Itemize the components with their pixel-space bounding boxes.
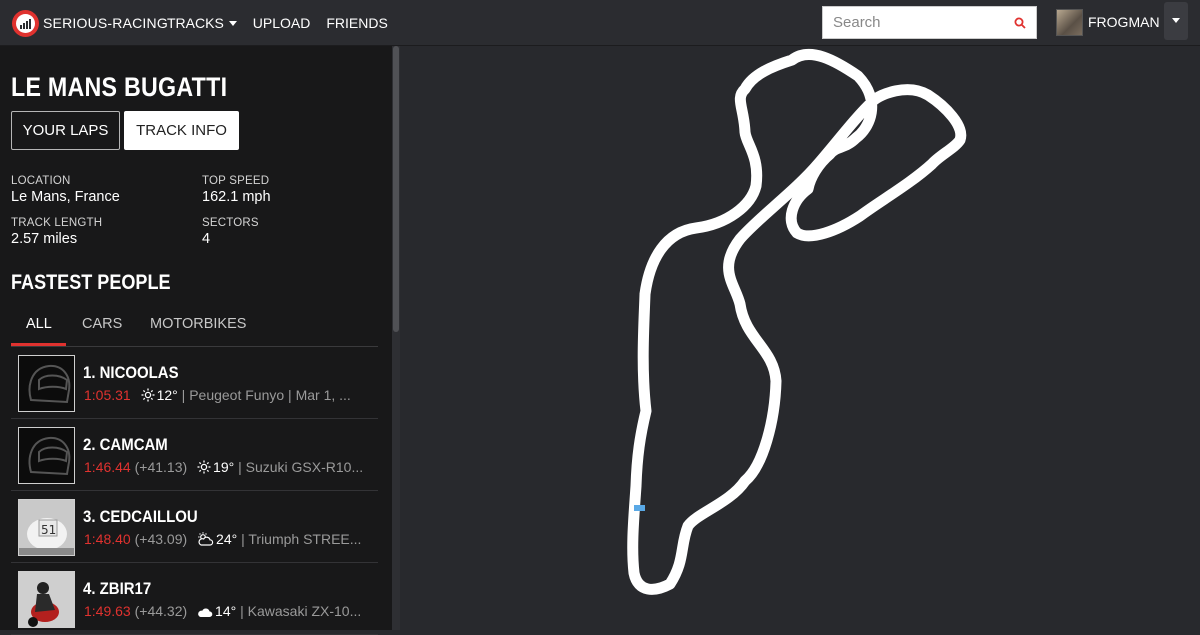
lap-meta: 1:46.44 (+41.13) 19° | Suzuki GSX-R10... (84, 459, 374, 475)
racer-photo (18, 571, 75, 628)
main-nav: TRACKS UPLOAD FRIENDS (167, 15, 388, 31)
track-sidebar: LE MANS BUGATTI YOUR LAPS TRACK INFO LOC… (0, 46, 392, 635)
lap-gap: (+43.09) (130, 531, 188, 547)
top-speed-label: TOP SPEED (202, 175, 270, 187)
sidebar-scrollbar[interactable] (392, 46, 400, 630)
leaderboard-row[interactable]: 51 3. CEDCAILLOU 1:48.40 (+43.09) 24° | … (11, 491, 378, 563)
lap-time: 1:46.44 (84, 459, 131, 475)
brand-name: SERIOUS-RACING (43, 15, 168, 31)
track-info-button[interactable]: TRACK INFO (124, 111, 239, 150)
lap-time: 1:48.40 (84, 531, 131, 547)
scrollbar-thumb[interactable] (393, 46, 399, 332)
avatar (1056, 8, 1083, 36)
track-map[interactable] (400, 46, 1200, 630)
vehicle-and-date: | Triumph STREE... (237, 531, 362, 547)
page-title: LE MANS BUGATTI (11, 72, 228, 102)
location-value: Le Mans, France (11, 189, 120, 205)
racer-name[interactable]: 3. CEDCAILLOU (83, 507, 198, 527)
temperature: 12° (156, 387, 178, 403)
your-laps-button[interactable]: YOUR LAPS (11, 111, 120, 150)
racer-photo: 51 (18, 499, 75, 556)
svg-text:51: 51 (41, 523, 56, 537)
caret-down-icon (1172, 18, 1180, 23)
sun-icon (197, 460, 211, 474)
temperature: 14° (215, 603, 237, 619)
helmet-avatar-icon (18, 427, 75, 484)
track-location: LOCATION Le Mans, France (11, 175, 120, 205)
lap-time: 1:49.63 (84, 603, 131, 619)
racer-name[interactable]: 2. CAMCAM (83, 435, 168, 455)
speedometer-logo-icon (12, 9, 39, 37)
tab-all[interactable]: ALL (26, 316, 52, 332)
track-outline (627, 49, 967, 595)
track-top-speed: TOP SPEED 162.1 mph (202, 175, 271, 205)
lap-meta: 1:48.40 (+43.09) 24° | Triumph STREE... (84, 531, 374, 547)
track-length: TRACK LENGTH 2.57 miles (11, 217, 102, 247)
user-menu[interactable]: FROGMAN (1056, 8, 1160, 36)
sectors-value: 4 (202, 231, 211, 247)
track-length-value: 2.57 miles (11, 231, 78, 247)
lap-time: 1:05.31 (84, 387, 131, 403)
leaderboard-row[interactable]: 4. ZBIR17 1:49.63 (+44.32) 14° | Kawasak… (11, 563, 378, 635)
tab-cars[interactable]: CARS (82, 316, 122, 332)
search-box (822, 6, 1037, 39)
cloud-icon (198, 608, 213, 617)
search-icon[interactable] (1014, 17, 1026, 29)
top-speed-value: 162.1 mph (202, 189, 271, 205)
fastest-people-heading: FASTEST PEOPLE (11, 271, 171, 294)
caret-down-icon (228, 21, 237, 26)
vehicle-tabs: ALL CARS MOTORBIKES (11, 310, 378, 347)
temperature: 24° (216, 531, 238, 547)
vehicle-and-date: | Peugeot Funyo | Mar 1, ... (177, 387, 351, 403)
lap-meta: 1:05.31 12° | Peugeot Funyo | Mar 1, ... (84, 387, 374, 403)
lap-gap: (+41.13) (130, 459, 188, 475)
track-sectors: SECTORS 4 (202, 217, 259, 247)
vehicle-and-date: | Kawasaki ZX-10... (236, 603, 362, 619)
sectors-label: SECTORS (202, 217, 259, 229)
track-length-label: TRACK LENGTH (11, 217, 103, 229)
username: FROGMAN (1088, 14, 1160, 30)
start-finish-marker (634, 505, 645, 511)
lap-meta: 1:49.63 (+44.32) 14° | Kawasaki ZX-10... (84, 603, 374, 619)
location-label: LOCATION (11, 175, 71, 187)
leaderboard-row[interactable]: 2. CAMCAM 1:46.44 (+41.13) 19° | Suzuki … (11, 419, 378, 491)
racer-name[interactable]: 4. ZBIR17 (83, 579, 151, 599)
search-input[interactable] (823, 7, 1003, 38)
nav-friends-link[interactable]: FRIENDS (326, 15, 387, 31)
vehicle-and-date: | Suzuki GSX-R10... (234, 459, 364, 475)
top-navbar: SERIOUS-RACING TRACKS UPLOAD FRIENDS FRO… (0, 0, 1200, 46)
user-dropdown-toggle[interactable] (1164, 2, 1188, 40)
racer-name[interactable]: 1. NICOOLAS (83, 363, 179, 383)
temperature: 19° (213, 459, 235, 475)
sun-icon (141, 388, 155, 402)
nav-tracks-label: TRACKS (167, 15, 224, 31)
partly-cloudy-icon (198, 532, 214, 546)
lap-gap: (+44.32) (130, 603, 188, 619)
tab-motorbikes[interactable]: MOTORBIKES (150, 316, 246, 332)
helmet-avatar-icon (18, 355, 75, 412)
nav-upload-link[interactable]: UPLOAD (253, 15, 311, 31)
nav-tracks-dropdown[interactable]: TRACKS (167, 15, 237, 31)
brand-link[interactable]: SERIOUS-RACING (12, 9, 168, 37)
active-tab-indicator (11, 343, 66, 346)
leaderboard-row[interactable]: 1. NICOOLAS 1:05.31 12° | Peugeot Funyo … (11, 347, 378, 419)
